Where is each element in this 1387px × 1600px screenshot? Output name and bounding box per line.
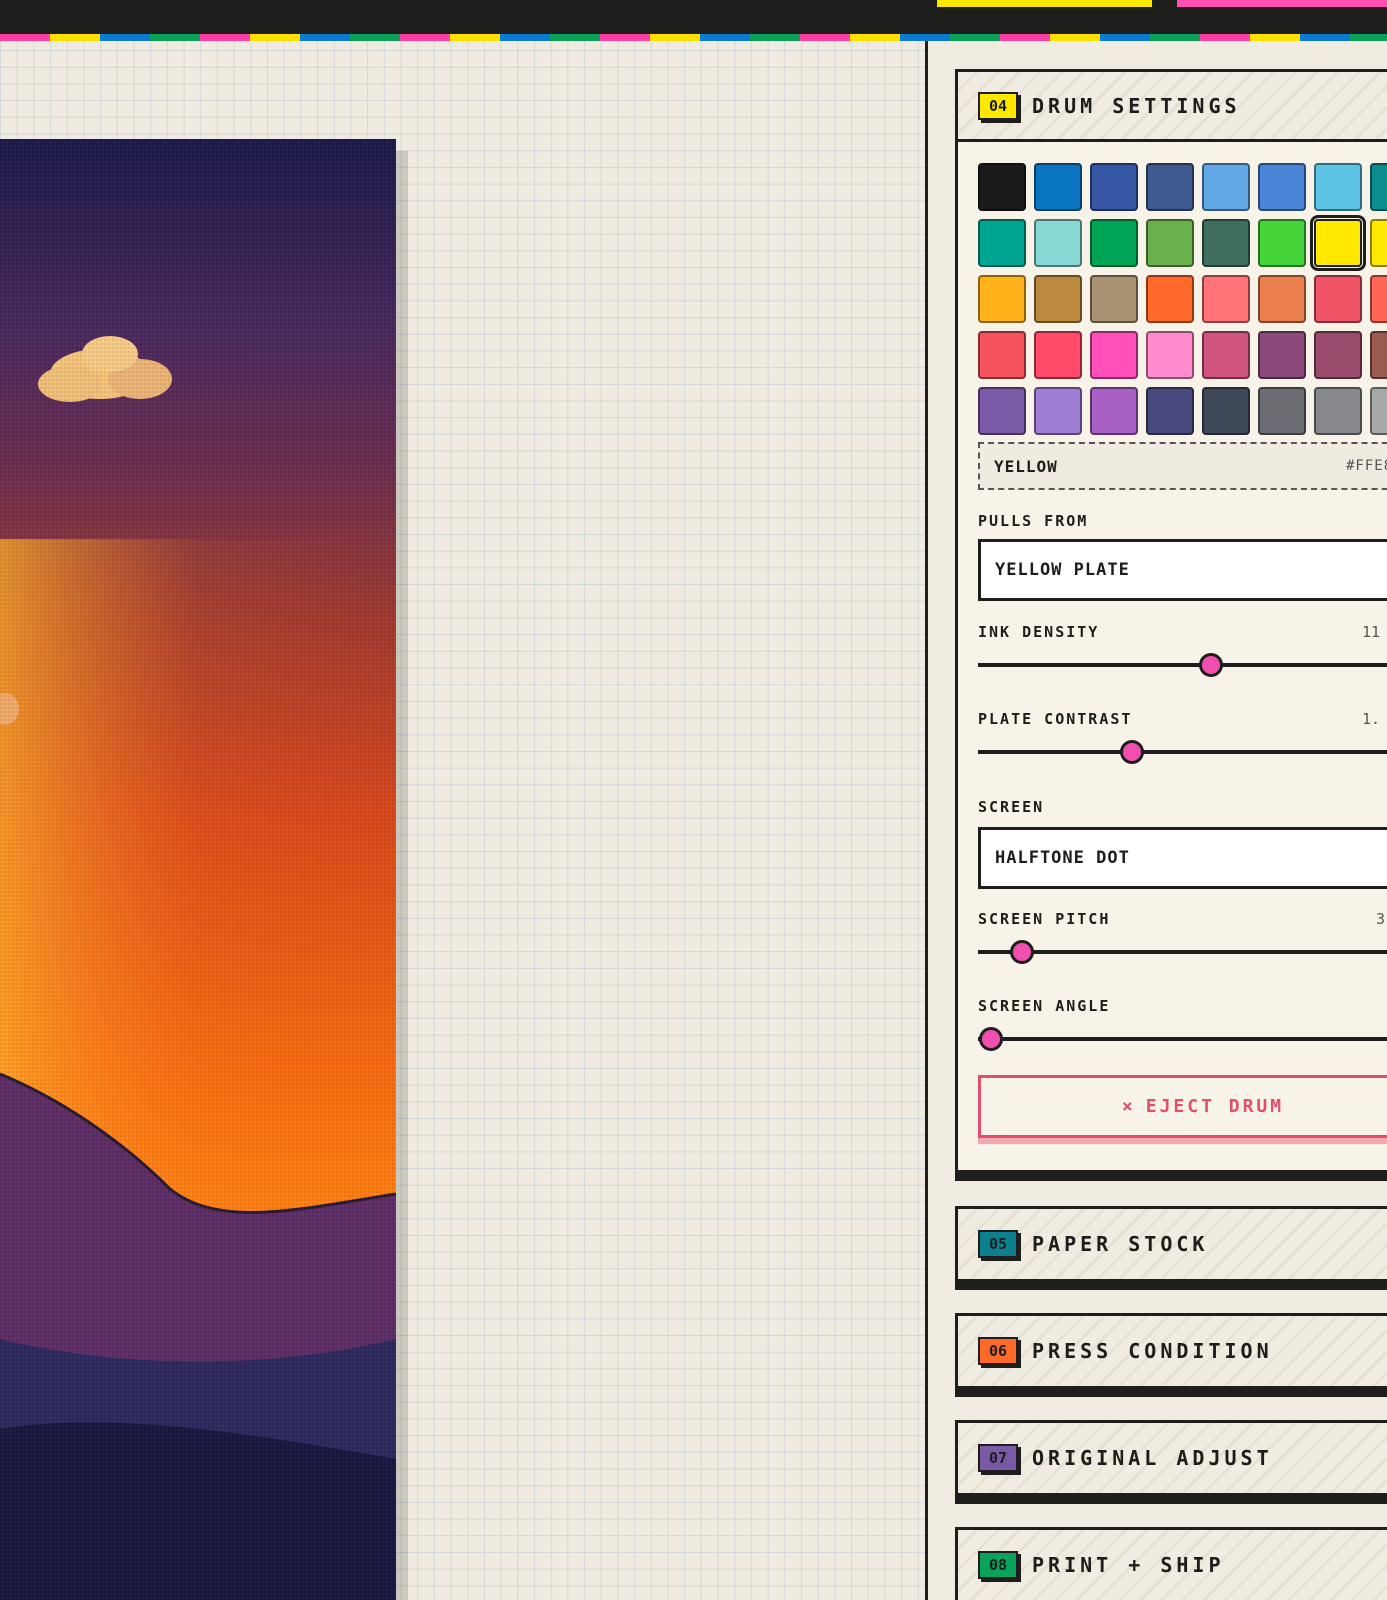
ink-density-label: INK DENSITY	[978, 623, 1100, 641]
eject-drum-button[interactable]: × EJECT DRUM	[978, 1075, 1387, 1138]
color-swatch[interactable]	[1258, 275, 1306, 323]
section-title: DRUM SETTINGS	[1032, 93, 1241, 118]
press-condition-card[interactable]: 06 PRESS CONDITION	[955, 1313, 1387, 1389]
top-bar-yellow-swatch	[937, 0, 1152, 7]
color-swatch[interactable]	[1146, 275, 1194, 323]
pulls-from-select[interactable]: YELLOW PLATE	[978, 539, 1387, 601]
color-swatch[interactable]	[1146, 219, 1194, 267]
drum-settings-card: 04 DRUM SETTINGS YELLOW #FFE800 PULLS FR…	[955, 69, 1387, 1173]
section-title: PRESS CONDITION	[1032, 1339, 1273, 1363]
color-swatch[interactable]	[1258, 331, 1306, 379]
color-swatch[interactable]	[1202, 331, 1250, 379]
slider-handle[interactable]	[979, 1027, 1004, 1051]
screen-pitch-slider[interactable]	[978, 937, 1387, 967]
screen-angle-label: SCREEN ANGLE	[978, 997, 1111, 1015]
sunset-illustration	[0, 139, 396, 1600]
color-swatch[interactable]	[1202, 275, 1250, 323]
color-swatch[interactable]	[1370, 331, 1387, 379]
plate-contrast-label: PLATE CONTRAST	[978, 710, 1133, 728]
color-swatch[interactable]	[1370, 219, 1387, 267]
color-swatch[interactable]	[1090, 331, 1138, 379]
color-swatch[interactable]	[978, 331, 1026, 379]
top-bar-magenta-swatch	[1177, 0, 1387, 7]
registration-color-strip	[0, 34, 1387, 41]
color-swatch[interactable]	[1314, 275, 1362, 323]
color-swatch[interactable]	[978, 163, 1026, 211]
section-title: PAPER STOCK	[1032, 1232, 1209, 1256]
ink-density-slider[interactable]	[978, 650, 1387, 680]
section-header[interactable]: 06 PRESS CONDITION	[958, 1316, 1387, 1386]
color-swatch[interactable]	[1314, 331, 1362, 379]
section-number-badge: 07	[978, 1444, 1018, 1472]
color-swatch[interactable]	[1090, 219, 1138, 267]
screen-pitch-value: 3	[1376, 910, 1386, 928]
section-header[interactable]: 07 ORIGINAL ADJUST	[958, 1423, 1387, 1493]
section-number-badge: 05	[978, 1230, 1018, 1258]
color-swatch[interactable]	[1146, 163, 1194, 211]
top-bar	[0, 0, 1387, 34]
section-title: PRINT + SHIP	[1032, 1553, 1225, 1577]
slider-track	[978, 750, 1387, 754]
slider-track	[978, 950, 1387, 954]
ink-density-value: 11	[1362, 623, 1381, 641]
color-swatch[interactable]	[978, 219, 1026, 267]
drum-settings-header[interactable]: 04 DRUM SETTINGS	[958, 72, 1387, 142]
print-ship-card[interactable]: 08 PRINT + SHIP	[955, 1527, 1387, 1600]
color-swatch[interactable]	[1258, 387, 1306, 435]
section-number-badge: 06	[978, 1337, 1018, 1365]
color-swatch[interactable]	[1090, 163, 1138, 211]
selected-color-name: YELLOW	[994, 456, 1058, 476]
color-swatch[interactable]	[1258, 219, 1306, 267]
canvas-area	[0, 41, 925, 1600]
color-swatch[interactable]	[1090, 275, 1138, 323]
color-swatch[interactable]	[1310, 215, 1366, 271]
screen-label: SCREEN	[978, 798, 1045, 816]
slider-handle[interactable]	[1120, 740, 1144, 764]
slider-track	[978, 1037, 1387, 1041]
plate-contrast-value: 1.	[1362, 710, 1381, 728]
color-swatch[interactable]	[1370, 275, 1387, 323]
original-adjust-card[interactable]: 07 ORIGINAL ADJUST	[955, 1420, 1387, 1496]
section-number-badge: 08	[978, 1551, 1018, 1579]
slider-track	[978, 663, 1387, 667]
color-swatch[interactable]	[1314, 163, 1362, 211]
color-swatch[interactable]	[1034, 219, 1082, 267]
section-header[interactable]: 08 PRINT + SHIP	[958, 1530, 1387, 1600]
section-header[interactable]: 05 PAPER STOCK	[958, 1209, 1387, 1279]
slider-handle[interactable]	[1010, 940, 1034, 964]
color-swatch[interactable]	[1034, 163, 1082, 211]
slider-handle[interactable]	[1199, 653, 1224, 677]
color-swatch[interactable]	[1090, 387, 1138, 435]
color-swatch[interactable]	[1314, 387, 1362, 435]
close-icon: ×	[1121, 1096, 1136, 1117]
section-title: ORIGINAL ADJUST	[1032, 1446, 1273, 1470]
color-swatch[interactable]	[1034, 331, 1082, 379]
artwork-preview[interactable]	[0, 139, 396, 1600]
color-swatch[interactable]	[1202, 163, 1250, 211]
color-swatch[interactable]	[1034, 387, 1082, 435]
color-swatch[interactable]	[978, 275, 1026, 323]
color-swatch[interactable]	[978, 387, 1026, 435]
eject-drum-label: EJECT DRUM	[1145, 1096, 1285, 1117]
color-swatch[interactable]	[1202, 219, 1250, 267]
color-swatch[interactable]	[1034, 275, 1082, 323]
screen-select[interactable]: HALFTONE DOT	[978, 827, 1387, 889]
settings-sidebar: 04 DRUM SETTINGS YELLOW #FFE800 PULLS FR…	[928, 41, 1387, 1600]
color-swatch[interactable]	[1370, 163, 1387, 211]
plate-contrast-slider[interactable]	[978, 737, 1387, 767]
selected-color-readout: YELLOW #FFE800	[978, 442, 1387, 490]
screen-angle-slider[interactable]	[978, 1024, 1387, 1054]
paper-stock-card[interactable]: 05 PAPER STOCK	[955, 1206, 1387, 1282]
color-swatch[interactable]	[1146, 387, 1194, 435]
color-swatch[interactable]	[1258, 163, 1306, 211]
section-number-badge: 04	[978, 91, 1018, 120]
color-swatch[interactable]	[1370, 387, 1387, 435]
color-swatch[interactable]	[1202, 387, 1250, 435]
pulls-from-label: PULLS FROM	[978, 512, 1089, 530]
selected-color-hex: #FFE800	[1346, 458, 1387, 474]
color-swatch[interactable]	[1146, 331, 1194, 379]
screen-pitch-label: SCREEN PITCH	[978, 910, 1111, 928]
